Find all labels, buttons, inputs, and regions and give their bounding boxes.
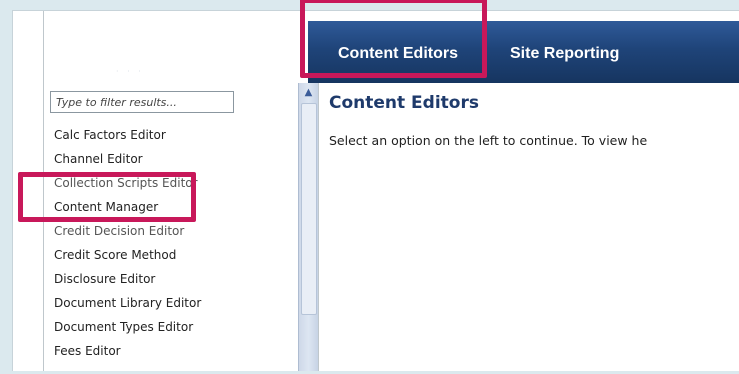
scroll-up-arrow-icon[interactable]: ▲ <box>299 85 318 101</box>
menu-highlight-box <box>18 172 196 222</box>
scroll-thumb[interactable] <box>301 103 317 315</box>
page-title: Content Editors <box>329 93 479 113</box>
sidebar: Calc Factors Editor Channel Editor Colle… <box>43 83 299 371</box>
logo-area: · · · <box>43 11 320 84</box>
sidebar-item-channel-editor[interactable]: Channel Editor <box>54 147 201 171</box>
main-content: Content Editors Select an option on the … <box>318 83 739 371</box>
tab-highlight-box <box>300 0 487 78</box>
sidebar-item-fees-editor[interactable]: Fees Editor <box>54 339 201 363</box>
sidebar-item-calc-factors-editor[interactable]: Calc Factors Editor <box>54 123 201 147</box>
sidebar-item-document-library-editor[interactable]: Document Library Editor <box>54 291 201 315</box>
editor-list: Calc Factors Editor Channel Editor Colle… <box>54 123 201 363</box>
logo-placeholder: · · · <box>116 67 144 76</box>
sidebar-scrollbar[interactable]: ▲ <box>298 83 319 371</box>
sidebar-item-disclosure-editor[interactable]: Disclosure Editor <box>54 267 201 291</box>
sidebar-item-credit-score-method[interactable]: Credit Score Method <box>54 243 201 267</box>
sidebar-item-document-types-editor[interactable]: Document Types Editor <box>54 315 201 339</box>
page-description: Select an option on the left to continue… <box>329 133 648 148</box>
filter-input[interactable] <box>50 91 234 113</box>
tab-site-reporting[interactable]: Site Reporting <box>510 45 619 63</box>
sidebar-item-credit-decision-editor[interactable]: Credit Decision Editor <box>54 219 201 243</box>
